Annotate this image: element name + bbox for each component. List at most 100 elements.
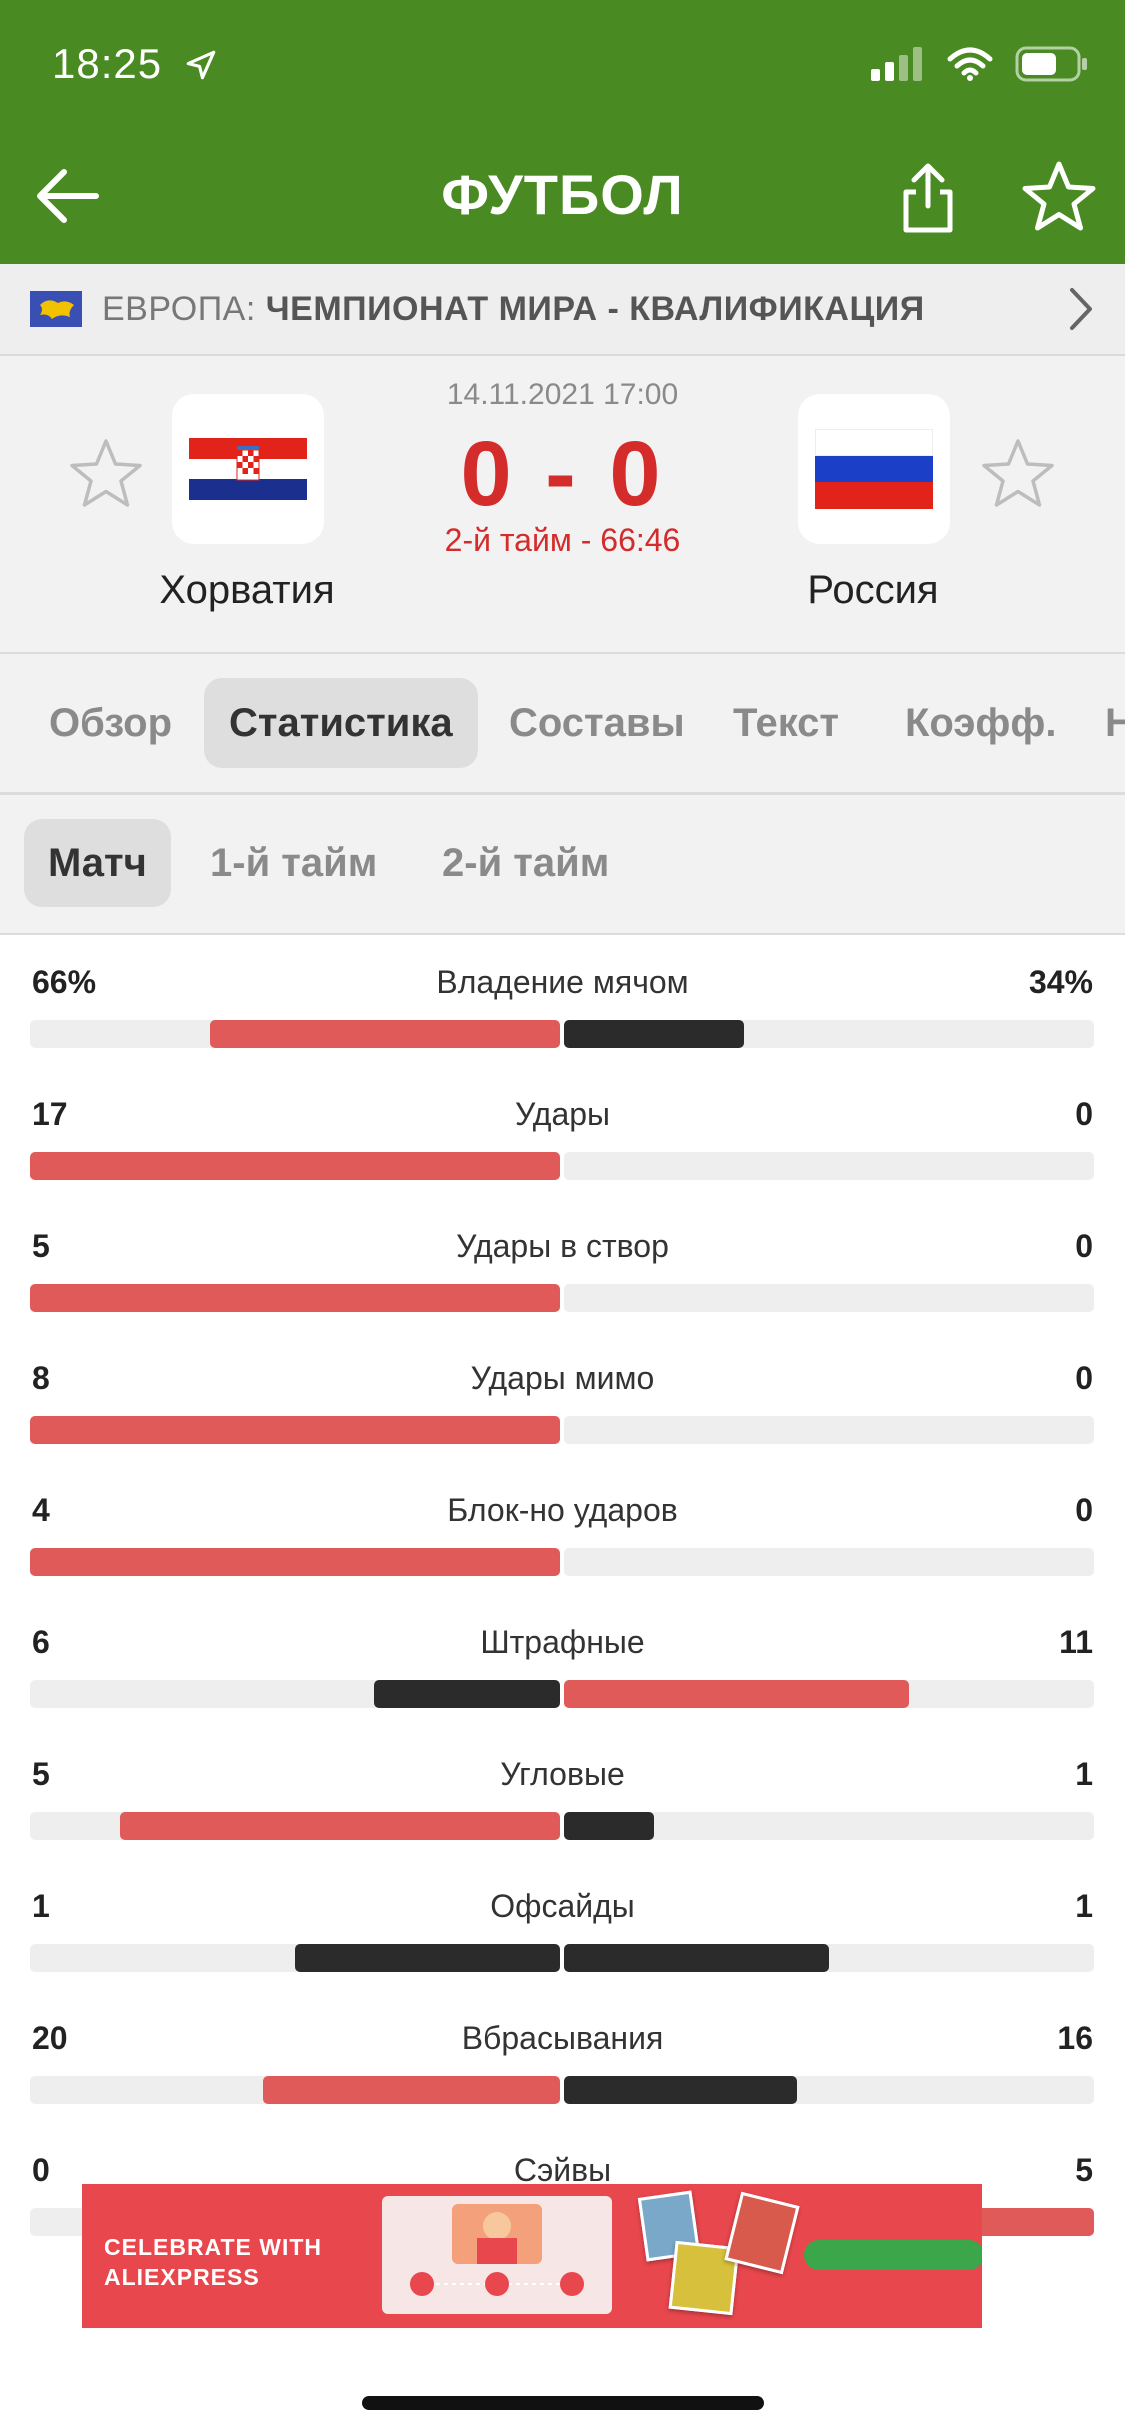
stat-away-value: 5 xyxy=(1075,2152,1093,2188)
league-region: ЕВРОПА: xyxy=(102,289,256,328)
stat-row: 8 Удары мимо 0 xyxy=(0,1332,1125,1464)
stat-away-value: 34% xyxy=(1028,964,1093,1000)
tab-more[interactable]: Н xyxy=(1080,678,1125,768)
league-name: ЧЕМПИОНАТ МИРА - КВАЛИФИКАЦИЯ xyxy=(265,289,925,328)
share-icon[interactable] xyxy=(896,160,960,236)
status-time: 18:25 xyxy=(52,40,163,87)
ad-headline-line1: CELEBRATE WITH xyxy=(104,2234,323,2260)
away-team-name[interactable]: Россия xyxy=(723,568,1023,613)
stat-home-bar xyxy=(374,1680,560,1708)
stat-label: Вбрасывания xyxy=(461,2020,664,2056)
match-datetime: 14.11.2021 17:00 xyxy=(446,378,679,411)
stat-home-track xyxy=(30,1680,560,1708)
europe-flag-icon xyxy=(30,291,82,327)
stat-away-track xyxy=(564,1944,1094,1972)
stat-label: Штрафные xyxy=(480,1624,645,1660)
stat-home-bar xyxy=(30,1416,560,1444)
location-arrow-icon xyxy=(186,50,216,80)
league-row[interactable]: ЕВРОПА: ЧЕМПИОНАТ МИРА - КВАЛИФИКАЦИЯ xyxy=(0,264,1125,356)
stat-away-bar xyxy=(564,1680,909,1708)
match-score: 0 - 0 xyxy=(460,423,665,525)
main-tabs: Обзор Статистика Составы Текст Коэфф. Н xyxy=(0,654,1125,795)
subtab-second-half[interactable]: 2-й тайм xyxy=(418,819,633,907)
stat-row: 6 Штрафные 11 xyxy=(0,1596,1125,1728)
stat-home-bar xyxy=(295,1944,560,1972)
stat-away-track xyxy=(564,2076,1094,2104)
favorite-star-icon[interactable] xyxy=(1022,160,1096,234)
stat-away-value: 1 xyxy=(1075,1756,1093,1792)
tab-statistics[interactable]: Статистика xyxy=(204,678,478,768)
stats-list: 66% Владение мячом 34% 17 Удары 0 5 Удары в ств… xyxy=(0,936,1125,2256)
ad-headline: CELEBRATE WITH ALIEXPRESS xyxy=(104,2232,322,2292)
status-indicators xyxy=(871,46,1089,82)
period-tabs: Матч 1-й тайм 2-й тайм xyxy=(0,795,1125,935)
tab-overview[interactable]: Обзор xyxy=(24,678,197,768)
russia-flag-icon xyxy=(815,429,933,509)
stat-away-bar xyxy=(564,1020,744,1048)
match-period: 2-й тайм - 66:46 xyxy=(444,522,681,558)
match-header: Хорватия 14.11.2021 17:00 0 - 0 2-й тайм… xyxy=(0,356,1125,654)
stat-away-value: 0 xyxy=(1075,1492,1093,1528)
cellular-signal-icon xyxy=(871,47,922,81)
stat-away-track xyxy=(564,1812,1094,1840)
stat-home-track xyxy=(30,2076,560,2104)
ad-photo-3 xyxy=(724,2191,800,2275)
stat-label: Блок-но ударов xyxy=(447,1492,678,1528)
battery-icon xyxy=(1015,46,1087,82)
stat-row: 5 Угловые 1 xyxy=(0,1728,1125,1860)
stat-away-bar xyxy=(564,1812,654,1840)
stat-home-track xyxy=(30,1812,560,1840)
stat-away-value: 0 xyxy=(1075,1096,1093,1132)
stat-away-value: 0 xyxy=(1075,1228,1093,1264)
tab-text[interactable]: Текст xyxy=(708,678,864,768)
ad-headline-line2: ALIEXPRESS xyxy=(104,2264,260,2290)
stat-row: 17 Удары 0 xyxy=(0,1068,1125,1200)
stat-label: Угловые xyxy=(500,1756,625,1792)
ad-illustration xyxy=(382,2196,612,2314)
stat-home-bar xyxy=(30,1152,560,1180)
home-indicator xyxy=(362,2396,764,2410)
stat-label: Владение мячом xyxy=(436,964,689,1000)
stat-away-value: 1 xyxy=(1075,1888,1093,1924)
wifi-icon xyxy=(947,47,993,81)
stat-row: 5 Удары в створ 0 xyxy=(0,1200,1125,1332)
stat-away-track xyxy=(564,1020,1094,1048)
stat-home-track xyxy=(30,1416,560,1444)
stat-row: 1 Офсайды 1 xyxy=(0,1860,1125,1992)
stat-home-track xyxy=(30,1944,560,1972)
stat-home-bar xyxy=(263,2076,560,2104)
stat-label: Удары в створ xyxy=(456,1228,669,1264)
stat-label: Офсайды xyxy=(490,1888,635,1924)
app-header: 18:25 ФУТБОЛ xyxy=(0,0,1125,264)
tab-lineups[interactable]: Составы xyxy=(484,678,710,768)
stat-away-bar xyxy=(564,2076,797,2104)
stat-home-bar xyxy=(210,1020,560,1048)
ad-banner[interactable]: CELEBRATE WITH ALIEXPRESS xyxy=(82,2184,982,2328)
tab-odds[interactable]: Коэфф. xyxy=(880,678,1082,768)
stat-home-track xyxy=(30,1548,560,1576)
stat-away-value: 0 xyxy=(1075,1360,1093,1396)
stat-away-value: 16 xyxy=(1057,2020,1093,2056)
stat-row: 66% Владение мячом 34% xyxy=(0,936,1125,1068)
stat-away-track xyxy=(564,1284,1094,1312)
stat-away-value: 11 xyxy=(1059,1624,1093,1660)
stat-away-track xyxy=(564,1680,1094,1708)
away-favorite-star-icon[interactable] xyxy=(980,436,1056,512)
stat-away-track xyxy=(564,1416,1094,1444)
ad-cta-pill[interactable] xyxy=(804,2240,982,2270)
stat-row: 4 Блок-но ударов 0 xyxy=(0,1464,1125,1596)
stat-home-track xyxy=(30,1284,560,1312)
subtab-first-half[interactable]: 1-й тайм xyxy=(186,819,401,907)
stat-label: Удары мимо xyxy=(470,1360,655,1396)
stat-home-track xyxy=(30,1020,560,1048)
stat-home-track xyxy=(30,1152,560,1180)
stat-away-track xyxy=(564,1152,1094,1180)
away-team-logo[interactable] xyxy=(798,394,950,544)
home-team-name[interactable]: Хорватия xyxy=(97,568,397,613)
stat-away-track xyxy=(564,1548,1094,1576)
subtab-match[interactable]: Матч xyxy=(24,819,171,907)
league-label: ЕВРОПА: ЧЕМПИОНАТ МИРА - КВАЛИФИКАЦИЯ xyxy=(102,290,925,329)
chevron-right-icon xyxy=(1070,288,1092,330)
stat-home-bar xyxy=(30,1548,560,1576)
stat-home-bar xyxy=(30,1284,560,1312)
